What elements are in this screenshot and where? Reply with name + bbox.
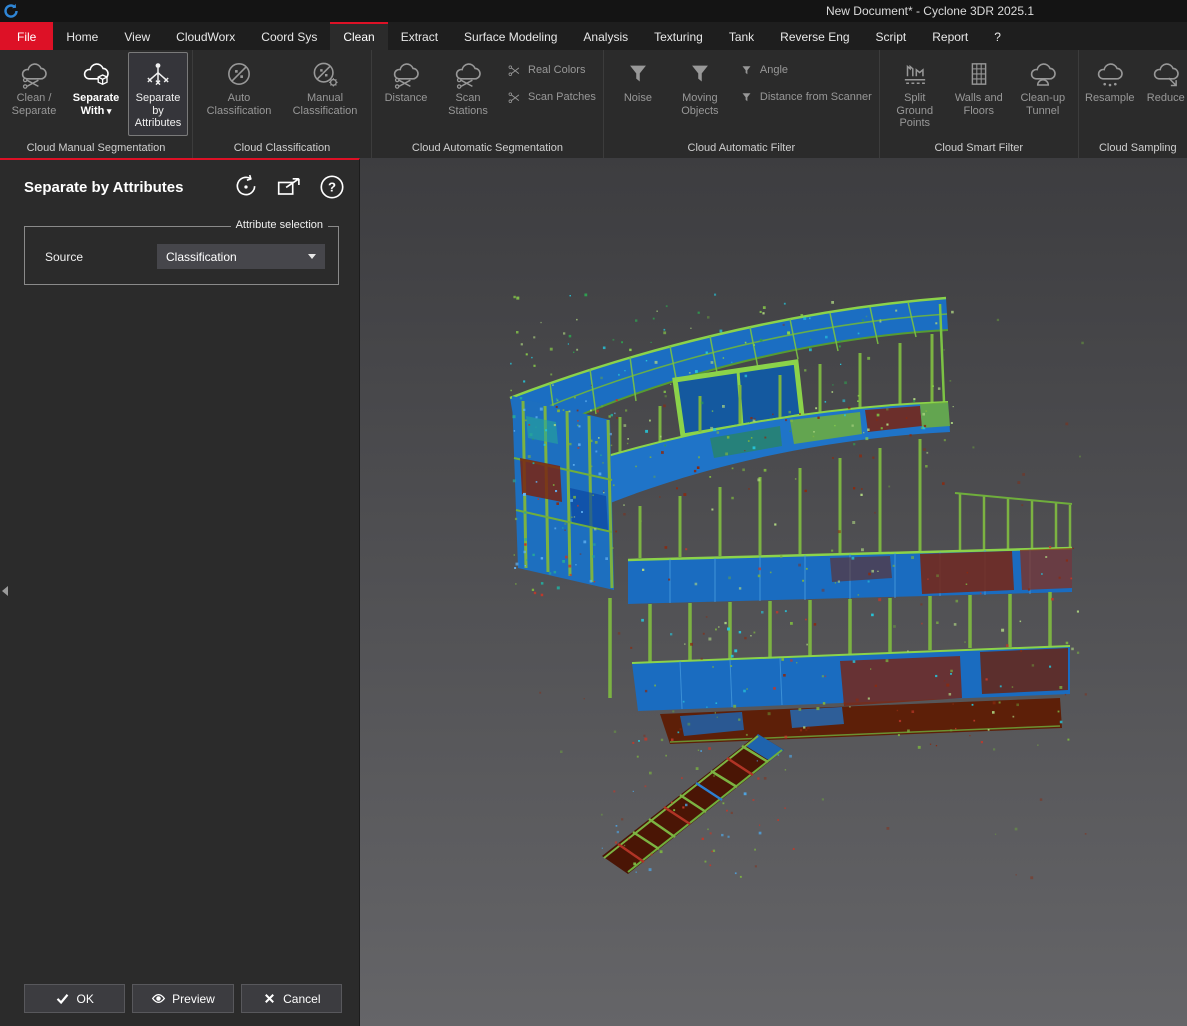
resample-button[interactable]: Resample — [1083, 52, 1137, 136]
tab-cloudworx[interactable]: CloudWorx — [163, 22, 248, 50]
ribbon-group-name: Cloud Smart Filter — [883, 139, 1075, 158]
real-colors-button[interactable]: Real Colors — [503, 59, 600, 81]
ribbon-group-name: Cloud Automatic Segmentation — [375, 139, 600, 158]
tab-analysis[interactable]: Analysis — [570, 22, 641, 50]
ribbon-group-cloud-smart-filter: Split Ground PointsWalls and FloorsClean… — [880, 50, 1079, 158]
panel-header-icons: ? — [231, 172, 347, 202]
tab-home[interactable]: Home — [53, 22, 111, 50]
tab-extract[interactable]: Extract — [388, 22, 451, 50]
scan-stations-button[interactable]: Scan Stations — [438, 52, 498, 136]
ribbon-group-name: Cloud Manual Segmentation — [3, 139, 189, 158]
panel-header: Separate by Attributes ? — [0, 160, 359, 210]
tab-reverse-eng[interactable]: Reverse Eng — [767, 22, 862, 50]
attribute-selection-legend: Attribute selection — [231, 219, 328, 231]
ribbon-group-cloud-manual-segmentation: Clean / SeparateSeparate With ▾Separate … — [0, 50, 193, 158]
separate-by-attributes-button[interactable]: Separate by Attributes — [128, 52, 188, 136]
tab-help[interactable]: ? — [981, 22, 1014, 50]
tab-texturing[interactable]: Texturing — [641, 22, 716, 50]
tab-script[interactable]: Script — [863, 22, 920, 50]
tab-coord-sys[interactable]: Coord Sys — [248, 22, 330, 50]
panel-title: Separate by Attributes — [24, 179, 231, 196]
app-window: New Document* - Cyclone 3DR 2025.1 FileH… — [0, 0, 1187, 1026]
separate-by-attributes-panel: Separate by Attributes ? Attribute selec… — [0, 158, 360, 1026]
reset-view-icon[interactable] — [231, 172, 261, 202]
scan-patches-button[interactable]: Scan Patches — [503, 86, 600, 108]
tab-bar: FileHomeViewCloudWorxCoord SysCleanExtra… — [0, 22, 1187, 50]
clean-up-tunnel-button[interactable]: Clean-up Tunnel — [1012, 52, 1074, 136]
separate-with-button[interactable]: Separate With ▾ — [66, 52, 126, 136]
tab-file[interactable]: File — [0, 22, 53, 50]
ribbon-group-name: Cloud Sampling — [1082, 139, 1187, 158]
tab-report[interactable]: Report — [919, 22, 981, 50]
split-ground-points-button[interactable]: Split Ground Points — [884, 52, 946, 136]
preview-button[interactable]: Preview — [132, 984, 233, 1013]
panel-collapse-handle[interactable] — [2, 586, 8, 596]
tab-tank[interactable]: Tank — [716, 22, 767, 50]
point-cloud-model — [510, 294, 1087, 880]
noise-button[interactable]: Noise — [608, 52, 668, 136]
title-bar: New Document* - Cyclone 3DR 2025.1 — [0, 0, 1187, 22]
viewport-3d[interactable] — [360, 158, 1187, 1026]
open-window-icon[interactable] — [274, 172, 304, 202]
svg-text:?: ? — [328, 180, 336, 195]
tab-clean[interactable]: Clean — [330, 22, 387, 50]
clean-separate-button[interactable]: Clean / Separate — [4, 52, 64, 136]
attribute-selection-group: Attribute selection Source Classificatio… — [24, 226, 339, 285]
ribbon-group-cloud-automatic-filter: NoiseMoving ObjectsAngle Distance from Sc… — [604, 50, 880, 158]
ok-button[interactable]: OK — [24, 984, 125, 1013]
help-icon[interactable]: ? — [317, 172, 347, 202]
ribbon-group-cloud-sampling: ResampleReduce Cloud Sampling — [1079, 50, 1187, 158]
viewport-canvas[interactable] — [360, 158, 1187, 1026]
source-dropdown-value: Classification — [166, 250, 237, 264]
ribbon-group-name: Cloud Automatic Filter — [607, 139, 876, 158]
chevron-down-icon — [308, 254, 316, 259]
distance-button[interactable]: Distance — [376, 52, 436, 136]
tab-view[interactable]: View — [111, 22, 163, 50]
manual-classification-button[interactable]: Manual Classification — [283, 52, 367, 136]
reduce-button[interactable]: Reduce — [1139, 52, 1187, 136]
moving-objects-button[interactable]: Moving Objects — [670, 52, 730, 136]
ribbon-group-name: Cloud Classification — [196, 139, 368, 158]
ribbon: Clean / SeparateSeparate With ▾Separate … — [0, 50, 1187, 158]
panel-footer: OKPreview Cancel — [0, 972, 359, 1026]
ribbon-group-cloud-automatic-segmentation: DistanceScan StationsReal Colors Scan Pat… — [372, 50, 604, 158]
chevron-down-icon: ▾ — [104, 106, 111, 116]
window-title: New Document* - Cyclone 3DR 2025.1 — [770, 0, 1090, 22]
app-back-icon[interactable] — [3, 3, 19, 19]
tab-surface-modeling[interactable]: Surface Modeling — [451, 22, 570, 50]
cancel-button[interactable]: Cancel — [241, 984, 342, 1013]
distance-from-scanner-button[interactable]: Distance from Scanner — [735, 86, 876, 108]
source-row: Source Classification — [37, 244, 326, 269]
source-dropdown[interactable]: Classification — [157, 244, 325, 269]
source-label: Source — [45, 250, 157, 264]
angle-button[interactable]: Angle — [735, 59, 876, 81]
ribbon-group-cloud-classification: Auto ClassificationManual Classification… — [193, 50, 372, 158]
auto-classification-button[interactable]: Auto Classification — [197, 52, 281, 136]
walls-and-floors-button[interactable]: Walls and Floors — [948, 52, 1010, 136]
